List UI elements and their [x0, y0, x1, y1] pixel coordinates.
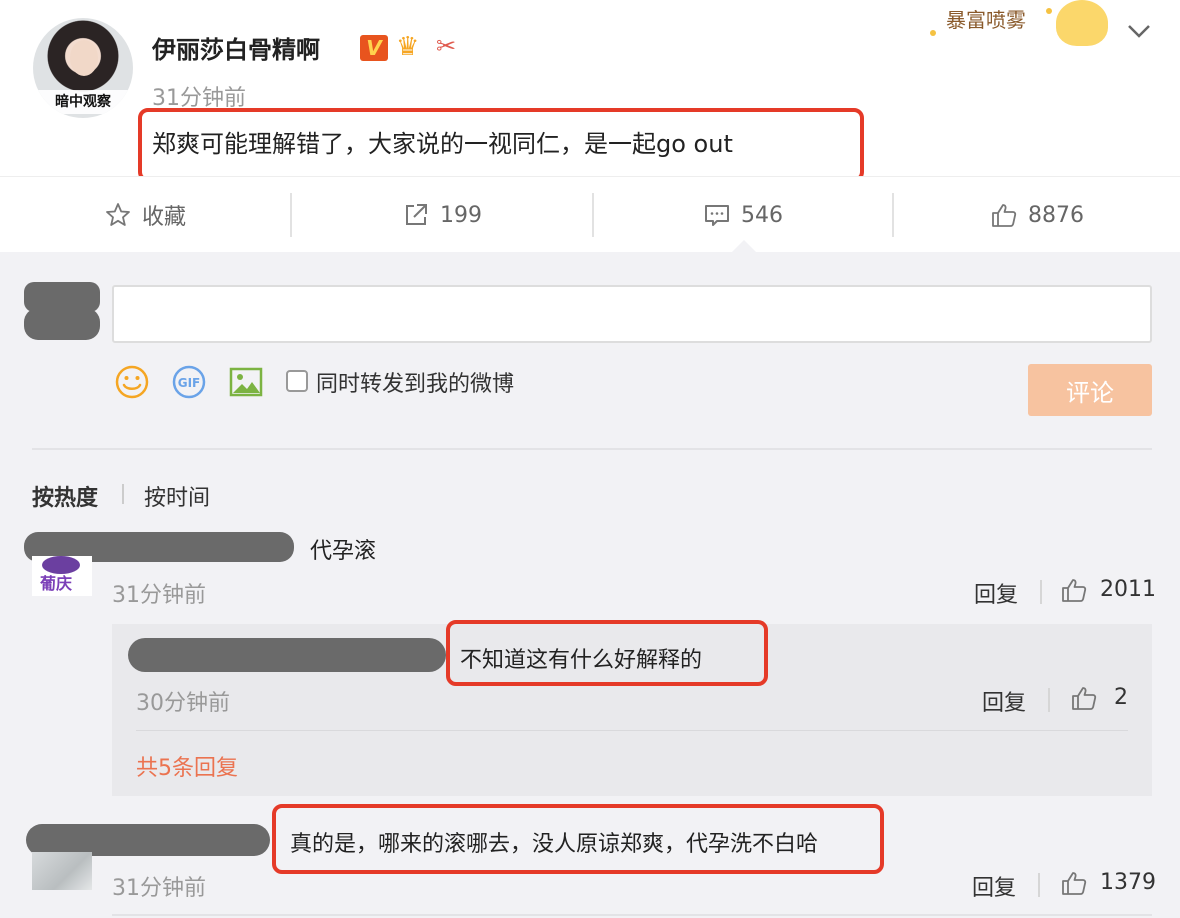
favorite-label: 收藏	[141, 205, 186, 230]
star-icon	[106, 203, 130, 226]
svg-text:GIF: GIF	[178, 376, 201, 390]
sparkle-icon	[1046, 8, 1052, 14]
action-separator	[1038, 873, 1040, 897]
sort-by-time-tab[interactable]: 按时间	[144, 480, 210, 512]
comment-input[interactable]	[112, 285, 1152, 343]
sticker-label: 暴富喷雾	[946, 8, 1026, 32]
action-separator	[1048, 688, 1050, 712]
like-count: 8876	[1028, 202, 1084, 228]
commenter-avatar[interactable]: 葡庆	[32, 556, 92, 596]
reply-button[interactable]: 回复	[974, 577, 1018, 609]
comment-like-count: 1379	[1100, 870, 1156, 895]
highlight-annotation	[446, 620, 768, 686]
verified-v-icon: V	[360, 35, 388, 61]
favorite-button[interactable]: 收藏	[0, 177, 290, 253]
sub-reply-divider	[136, 730, 1128, 731]
sticker-decoration: 暴富喷雾	[926, 0, 1112, 50]
comment-timestamp: 31分钟前	[112, 876, 206, 901]
weibo-post-page: 暗中观察 伊丽莎白骨精啊 V ♛ ✂ 31分钟前 暴富喷雾 郑爽可能理解错了，大…	[0, 0, 1180, 918]
repost-checkbox[interactable]	[286, 370, 308, 392]
thumbs-up-icon	[992, 204, 1017, 227]
repost-checkbox-label[interactable]: 同时转发到我的微博	[316, 366, 514, 398]
comment-like-count: 2011	[1100, 577, 1156, 602]
action-separator	[1040, 580, 1042, 604]
avatar-face	[70, 40, 98, 76]
repost-count: 199	[440, 202, 482, 228]
highlight-annotation	[272, 804, 884, 874]
avatar-caption: 暗中观察	[33, 90, 133, 114]
sub-reply-button[interactable]: 回复	[982, 685, 1026, 717]
bow-badge-icon: ✂	[436, 32, 457, 60]
commenter-avatar-label: 葡庆	[40, 574, 73, 593]
view-more-replies-link[interactable]: 共5条回复	[136, 750, 238, 782]
comment-icon	[705, 205, 729, 226]
comment-timestamp: 31分钟前	[112, 583, 206, 608]
active-tab-indicator	[732, 240, 756, 252]
sub-reply-like-count: 2	[1114, 685, 1128, 710]
author-username[interactable]: 伊丽莎白骨精啊	[152, 30, 320, 65]
my-avatar-redacted	[24, 282, 100, 344]
author-avatar[interactable]: 暗中观察	[33, 18, 133, 118]
section-divider	[112, 914, 1152, 916]
comment-count: 546	[741, 202, 783, 228]
sort-separator	[122, 484, 124, 504]
thumbs-up-icon[interactable]	[1070, 684, 1098, 712]
thumbs-up-icon[interactable]	[1060, 869, 1088, 897]
reply-button[interactable]: 回复	[972, 870, 1016, 902]
thumbs-up-icon[interactable]	[1060, 576, 1088, 604]
section-divider	[32, 448, 1152, 450]
action-bar: 收藏 199 546 8876	[0, 176, 1180, 252]
redaction-block	[24, 308, 100, 340]
submit-comment-button[interactable]: 评论	[1028, 364, 1152, 416]
repost-button[interactable]: 199	[292, 177, 592, 253]
share-icon	[406, 204, 427, 225]
sub-reply-timestamp: 30分钟前	[136, 691, 230, 716]
commenter-avatar[interactable]	[32, 852, 92, 890]
replier-name-redacted	[128, 638, 446, 672]
comment-text: 代孕滚	[310, 539, 377, 564]
sparkle-icon	[930, 30, 936, 36]
cat-sticker-icon	[1056, 0, 1108, 46]
chevron-down-icon[interactable]	[1126, 18, 1152, 44]
crown-badge-icon: ♛	[396, 32, 420, 62]
gif-icon[interactable]: GIF	[171, 364, 207, 400]
image-icon[interactable]	[228, 364, 264, 400]
emoji-icon[interactable]	[114, 364, 150, 400]
highlight-annotation	[138, 108, 864, 182]
like-button[interactable]: 8876	[894, 177, 1180, 253]
sort-by-hot-tab[interactable]: 按热度	[32, 480, 98, 512]
